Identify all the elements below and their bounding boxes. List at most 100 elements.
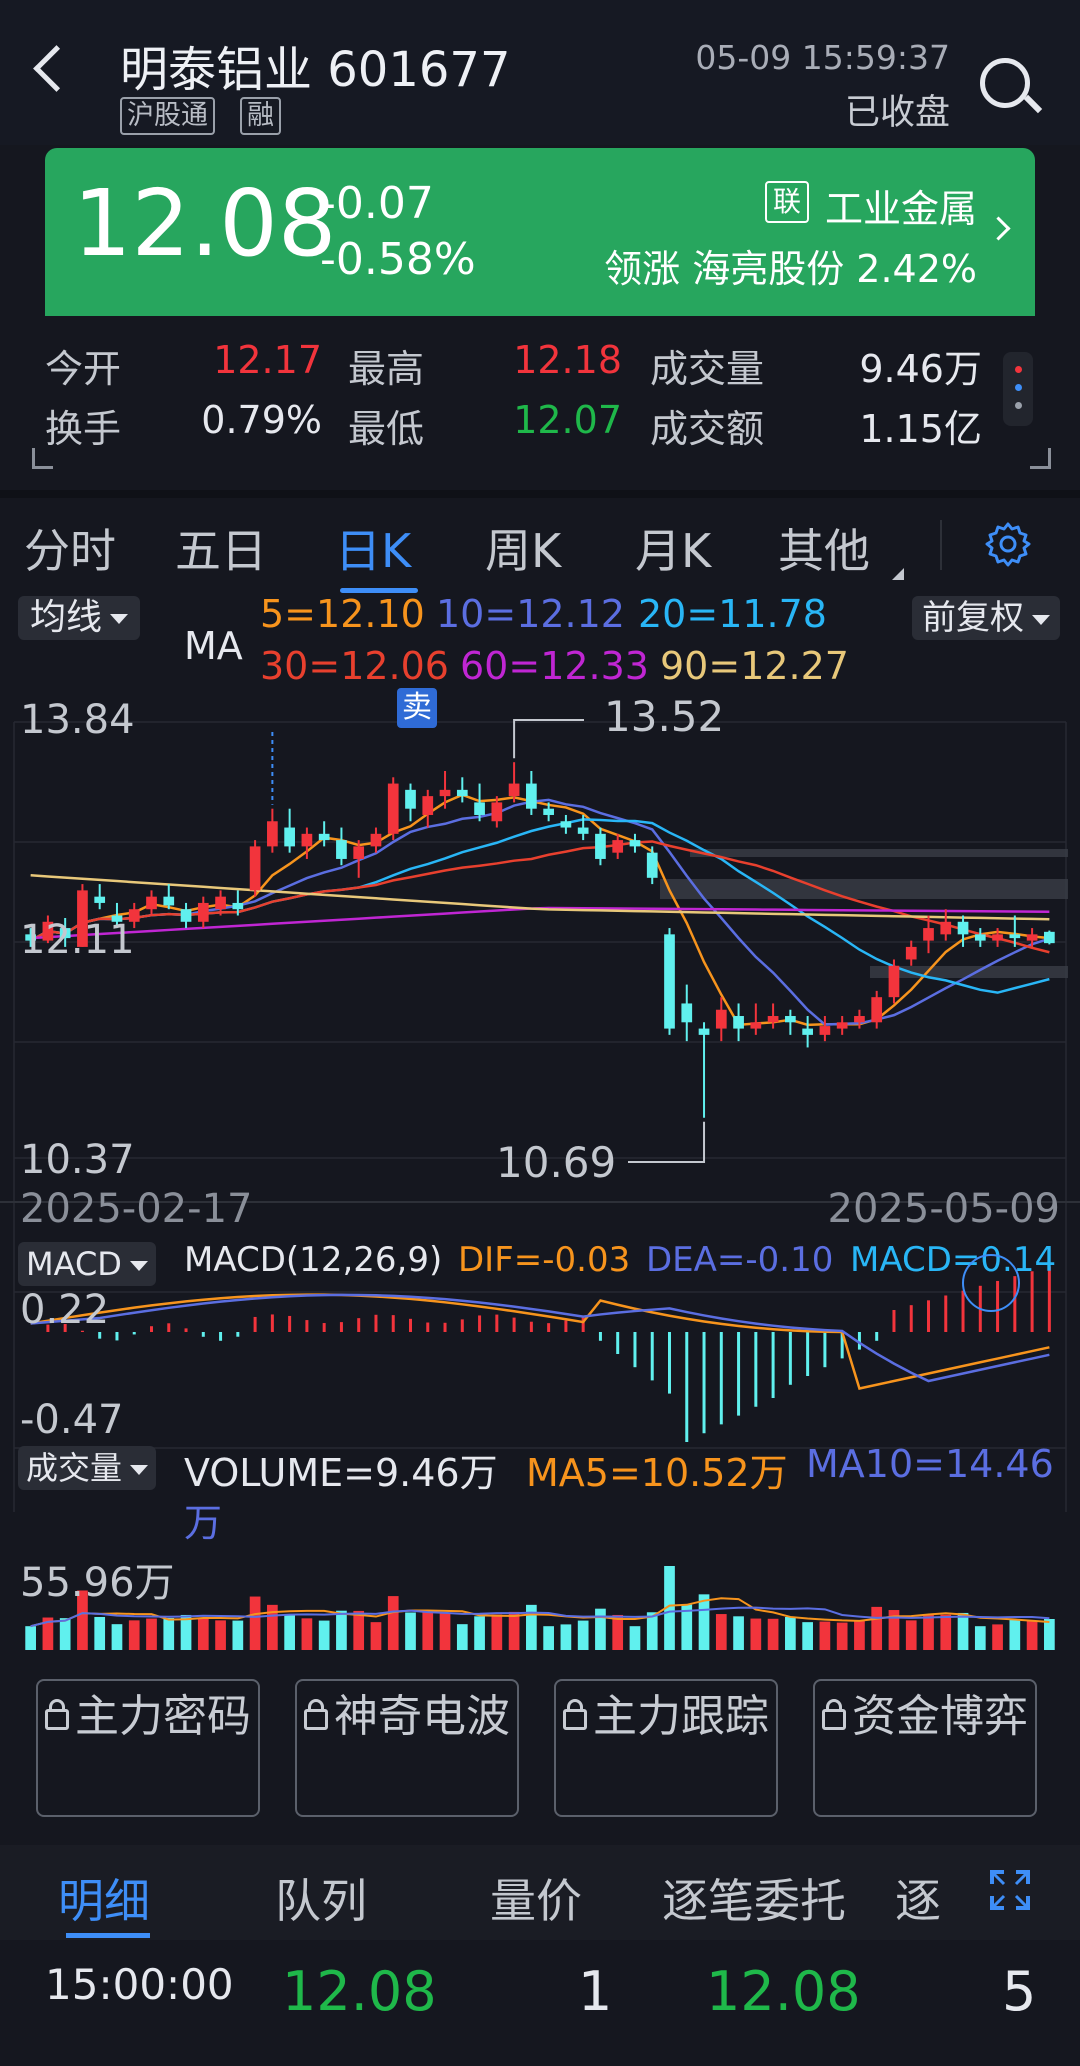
tab-five-day[interactable]: 五日 bbox=[175, 515, 267, 581]
stock-title: 明泰铝业 601677 bbox=[120, 42, 511, 98]
industry-leader: 领涨 海亮股份 2.42% bbox=[604, 247, 977, 291]
candle bbox=[543, 808, 554, 815]
tab-detail[interactable]: 明细 bbox=[58, 1865, 150, 1931]
tab-volume-price[interactable]: 量价 bbox=[490, 1865, 582, 1931]
x-axis-end: 2025-05-09 bbox=[827, 1186, 1060, 1232]
tab-more[interactable]: 逐 bbox=[895, 1865, 941, 1931]
volume-bar bbox=[1009, 1619, 1021, 1650]
volume-ma10: MA10=14.46 bbox=[806, 1442, 1054, 1486]
tab-other[interactable]: 其他 bbox=[778, 515, 870, 581]
macd-chart bbox=[14, 1266, 1066, 1449]
tag-hsgt: 沪股通 bbox=[120, 97, 215, 135]
volume-bar bbox=[802, 1622, 813, 1650]
candle bbox=[232, 902, 244, 910]
stat-volume: 9.46万 bbox=[859, 347, 982, 391]
adjust-selector-label: 前复权 bbox=[922, 598, 1024, 638]
macd-selector[interactable]: MACD bbox=[18, 1242, 156, 1286]
volume-bar bbox=[992, 1624, 1003, 1650]
volume-bar bbox=[612, 1614, 624, 1650]
tab-intraday[interactable]: 分时 bbox=[24, 515, 116, 581]
feature-button-main-track[interactable]: 主力跟踪 bbox=[554, 1679, 778, 1817]
candle bbox=[802, 1028, 813, 1035]
tab-order-by-order[interactable]: 逐笔委托 bbox=[662, 1865, 846, 1931]
adjust-selector[interactable]: 前复权 bbox=[912, 596, 1060, 640]
ma-label: MA bbox=[184, 624, 243, 668]
candle bbox=[301, 833, 313, 847]
candle bbox=[957, 921, 969, 935]
detail-tabs: 明细 队列 量价 逐笔委托 逐 bbox=[0, 1845, 1080, 1940]
market-status: 已收盘 bbox=[844, 93, 950, 133]
expand-corner-icon[interactable] bbox=[32, 448, 53, 469]
candle bbox=[370, 833, 382, 847]
feature-button-label: 主力跟踪 bbox=[593, 1691, 769, 1742]
candle bbox=[715, 1009, 727, 1029]
settings-gear-icon[interactable] bbox=[985, 521, 1031, 567]
high-marker-label: 13.52 bbox=[604, 692, 725, 741]
macd-y-max: 0.22 bbox=[20, 1287, 110, 1333]
tab-queue[interactable]: 队列 bbox=[275, 1865, 367, 1931]
stat-amount: 1.15亿 bbox=[859, 407, 982, 451]
indicator-selector[interactable]: 均线 bbox=[18, 596, 141, 640]
chevron-down-icon bbox=[129, 1261, 148, 1271]
volume-ma5: MA5=10.52万 bbox=[526, 1451, 788, 1495]
volume-bar bbox=[301, 1618, 313, 1650]
volume-selector[interactable]: 成交量 bbox=[18, 1446, 157, 1490]
more-options-icon[interactable] bbox=[1003, 352, 1033, 426]
feature-button-magic-wave[interactable]: 神奇电波 bbox=[295, 1679, 519, 1817]
candle bbox=[163, 896, 175, 906]
stat-label: 换手 bbox=[45, 407, 122, 451]
candle bbox=[681, 1003, 693, 1023]
trade-time: 15:00:00 bbox=[45, 1960, 234, 2009]
y-axis-min: 10.37 bbox=[20, 1137, 135, 1183]
volume-bar bbox=[146, 1618, 157, 1650]
volume-bar bbox=[456, 1624, 468, 1650]
zoom-in-icon[interactable] bbox=[962, 1254, 1020, 1312]
volume-bar bbox=[543, 1626, 554, 1650]
volume-bar bbox=[957, 1612, 969, 1650]
kline-chart[interactable]: 均线 MA 5=12.10 10=12.12 20=11.78 30=12.06… bbox=[0, 592, 1080, 1652]
volume-bar bbox=[923, 1614, 934, 1650]
quote-banner[interactable]: 12.08 -0.07 -0.58% 联 工业金属 领涨 海亮股份 2.42% bbox=[45, 148, 1035, 316]
tab-weekly-k[interactable]: 周K bbox=[485, 515, 561, 581]
volume-bar bbox=[1026, 1620, 1038, 1650]
ma10-value: 10=12.12 bbox=[436, 592, 625, 636]
stats-panel: 今开 12.17 最高 12.18 成交量 9.46万 换手 0.79% 最低 … bbox=[0, 318, 1080, 478]
volume-value: VOLUME=9.46万 bbox=[184, 1451, 498, 1495]
back-icon[interactable] bbox=[33, 45, 80, 92]
feature-button-main-code[interactable]: 主力密码 bbox=[36, 1679, 260, 1817]
candle bbox=[905, 946, 917, 960]
sell-signal-badge[interactable]: 卖 bbox=[397, 688, 437, 728]
tab-daily-k[interactable]: 日K bbox=[335, 515, 411, 581]
tab-other-corner-icon bbox=[892, 568, 904, 580]
feature-button-fund-game[interactable]: 资金博弈 bbox=[813, 1679, 1037, 1817]
y-axis-max: 13.84 bbox=[20, 697, 135, 743]
candle bbox=[888, 965, 900, 998]
macd-params: MACD(12,26,9) bbox=[184, 1240, 443, 1280]
candle bbox=[854, 1016, 865, 1023]
datetime: 05-09 15:59:37 bbox=[695, 38, 950, 77]
tab-monthly-k[interactable]: 月K bbox=[635, 515, 711, 581]
ma30-value: 30=12.06 bbox=[260, 644, 449, 688]
lock-icon bbox=[45, 1698, 69, 1730]
volume-bar bbox=[750, 1618, 762, 1650]
macd-dea: DEA=-0.10 bbox=[646, 1240, 834, 1280]
volume-bar bbox=[387, 1596, 399, 1650]
candle bbox=[612, 840, 624, 853]
header: 明泰铝业 601677 沪股通 融 05-09 15:59:37 已收盘 bbox=[0, 0, 1080, 145]
ma90-value: 90=12.27 bbox=[660, 644, 849, 688]
tag-margin: 融 bbox=[240, 97, 281, 135]
candle bbox=[336, 840, 347, 859]
support-band bbox=[690, 849, 1068, 857]
expand-corner-icon[interactable] bbox=[1030, 448, 1051, 469]
candle bbox=[940, 921, 952, 935]
y-axis-mid: 12.11 bbox=[20, 917, 135, 963]
volume-bar bbox=[698, 1594, 710, 1650]
fullscreen-icon[interactable] bbox=[990, 1870, 1030, 1910]
volume-bar bbox=[836, 1622, 848, 1650]
volume-chart bbox=[25, 1566, 1055, 1650]
candle bbox=[1026, 934, 1038, 941]
volume-bar bbox=[405, 1612, 416, 1650]
trade-price: 12.08 bbox=[282, 1960, 437, 2023]
volume-bar bbox=[59, 1618, 71, 1650]
search-icon[interactable] bbox=[980, 58, 1030, 108]
